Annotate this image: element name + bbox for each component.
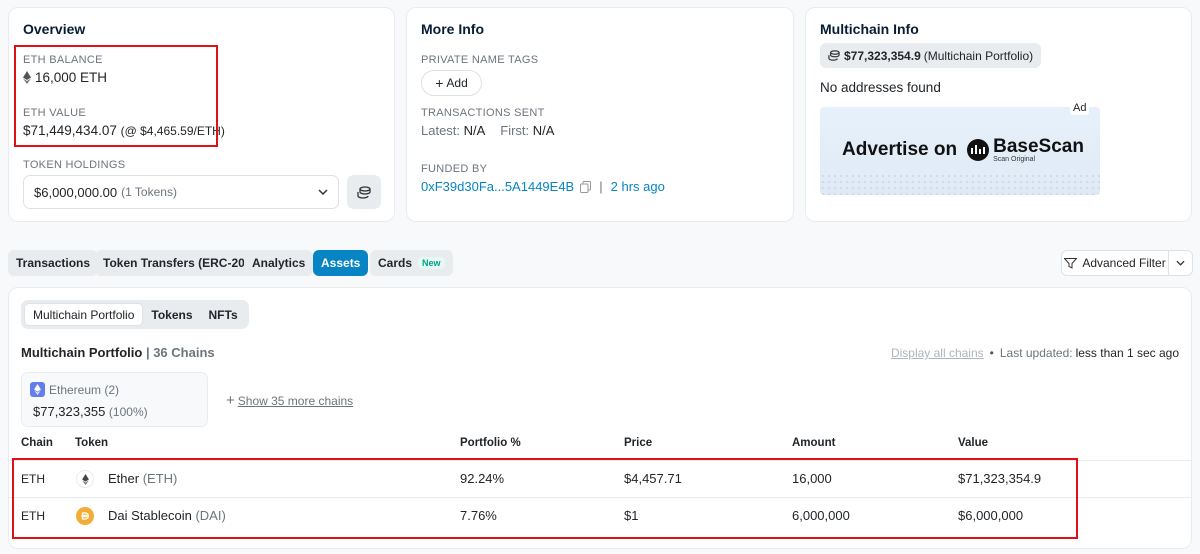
display-all-chains-link[interactable]: Display all chains: [891, 346, 984, 360]
copy-icon[interactable]: [580, 180, 592, 193]
ad-brand: BaseScan Scan Original: [993, 137, 1084, 163]
chain-card-header: Ethereum (2): [30, 382, 119, 397]
portfolio-subtabs: Multichain Portfolio Tokens NFTs: [21, 300, 249, 329]
col-header-chain: Chain: [21, 437, 53, 449]
ethereum-chain-icon: [30, 382, 45, 397]
overview-title: Overview: [23, 21, 86, 37]
ad-banner[interactable]: Advertise on BaseScan Scan Original: [820, 107, 1100, 195]
multichain-portfolio-value: $77,323,354.9: [844, 48, 921, 63]
col-header-amount: Amount: [792, 437, 836, 449]
last-updated-label: Last updated:: [999, 346, 1073, 360]
col-header-token: Token: [75, 437, 109, 449]
latest-value: N/A: [463, 123, 485, 138]
funded-time-link[interactable]: 2 hrs ago: [611, 179, 665, 194]
tab-cards[interactable]: Cards New: [370, 250, 453, 276]
funded-by-row: 0xF39d30Fa...5A1449E4B | 2 hrs ago: [421, 179, 665, 194]
tab-analytics[interactable]: Analytics: [244, 250, 314, 276]
ad-text-row: Advertise on BaseScan Scan Original: [842, 137, 1084, 163]
private-tags-label: PRIVATE NAME TAGS: [421, 54, 539, 66]
dot-separator: •: [989, 346, 994, 360]
tab-assets[interactable]: Assets: [313, 250, 369, 276]
ad-text: Advertise on: [842, 139, 958, 160]
ad-dots-pattern: [820, 173, 1100, 195]
chain-card-values: $77,323,355 (100%): [33, 404, 148, 419]
funded-by-address-link[interactable]: 0xF39d30Fa...5A1449E4B: [421, 179, 574, 194]
multichain-portfolio-pill[interactable]: $77,323,354.9 (Multichain Portfolio): [820, 43, 1042, 68]
tab-transactions[interactable]: Transactions: [8, 250, 99, 276]
chevron-down-icon: [1176, 260, 1185, 266]
chevron-down-icon: [318, 189, 328, 195]
col-header-portfolio-pct: Portfolio %: [460, 437, 521, 449]
more-info-title: More Info: [421, 21, 484, 37]
filter-icon: [1064, 257, 1078, 269]
ad-brand-sub: Scan Original: [993, 156, 1036, 163]
more-info-card: More Info PRIVATE NAME TAGS + Add TRANSA…: [406, 7, 794, 222]
advanced-filter-dropdown[interactable]: [1168, 250, 1193, 276]
latest-label: Latest:: [421, 123, 461, 138]
tab-cards-label: Cards: [378, 256, 413, 270]
advanced-filter-button[interactable]: Advanced Filter: [1061, 250, 1169, 276]
coins-icon: [828, 50, 840, 61]
separator: |: [599, 179, 603, 194]
token-holdings-value: $6,000,000.00: [34, 184, 118, 200]
chain-card-name: Ethereum (2): [49, 382, 120, 397]
ad-brand-name: BaseScan: [993, 136, 1084, 157]
token-holdings-coins-button[interactable]: [347, 175, 381, 209]
coins-icon: [357, 185, 371, 199]
subtab-multichain-portfolio[interactable]: Multichain Portfolio: [24, 303, 144, 326]
advanced-filter-label: Advanced Filter: [1082, 256, 1166, 270]
subtab-tokens[interactable]: Tokens: [143, 303, 200, 326]
last-updated-value: less than 1 sec ago: [1075, 346, 1179, 360]
add-tag-button[interactable]: + Add: [421, 70, 482, 96]
chain-card-pct: (100%): [108, 405, 148, 419]
multichain-info-title: Multichain Info: [820, 21, 919, 37]
col-header-value: Value: [958, 437, 989, 449]
first-label: First:: [500, 123, 530, 138]
subtab-nfts[interactable]: NFTs: [201, 303, 246, 326]
no-addresses-text: No addresses found: [820, 80, 941, 95]
first-value: N/A: [532, 123, 555, 138]
token-holdings-dropdown[interactable]: $6,000,000.00 (1 Tokens): [23, 175, 339, 209]
ad-badge: Ad: [1070, 101, 1090, 115]
highlight-box-balance: [14, 45, 218, 147]
plus-icon: +: [226, 392, 235, 409]
portfolio-meta: Display all chains • Last updated: less …: [891, 346, 1179, 360]
highlight-box-rows: [12, 458, 1078, 539]
multichain-portfolio-suffix: (Multichain Portfolio): [923, 48, 1034, 63]
chain-card-value: $77,323,355: [33, 404, 106, 419]
portfolio-heading: Multichain Portfolio | 36 Chains: [21, 345, 215, 360]
new-badge: New: [418, 257, 445, 269]
funded-by-label: FUNDED BY: [421, 163, 488, 175]
basescan-logo-icon: [967, 139, 990, 161]
add-label: Add: [446, 76, 468, 90]
plus-icon: +: [435, 75, 444, 91]
multichain-info-card: Multichain Info $77,323,354.9 (Multichai…: [805, 7, 1192, 222]
tx-sent-label: TRANSACTIONS SENT: [421, 107, 545, 119]
chains-count: | 36 Chains: [145, 345, 215, 360]
show-more-chains-link[interactable]: + Show 35 more chains: [226, 392, 353, 409]
tab-token-transfers[interactable]: Token Transfers (ERC-20): [95, 250, 257, 276]
chain-card-ethereum[interactable]: Ethereum (2) $77,323,355 (100%): [21, 372, 208, 427]
col-header-price: Price: [624, 437, 653, 449]
tx-sent-values: Latest: N/A First: N/A: [421, 123, 554, 138]
token-holdings-count: (1 Tokens): [121, 185, 177, 199]
token-holdings-label: TOKEN HOLDINGS: [23, 159, 126, 171]
portfolio-heading-text: Multichain Portfolio: [21, 345, 143, 360]
show-more-chains-label: Show 35 more chains: [237, 393, 354, 408]
